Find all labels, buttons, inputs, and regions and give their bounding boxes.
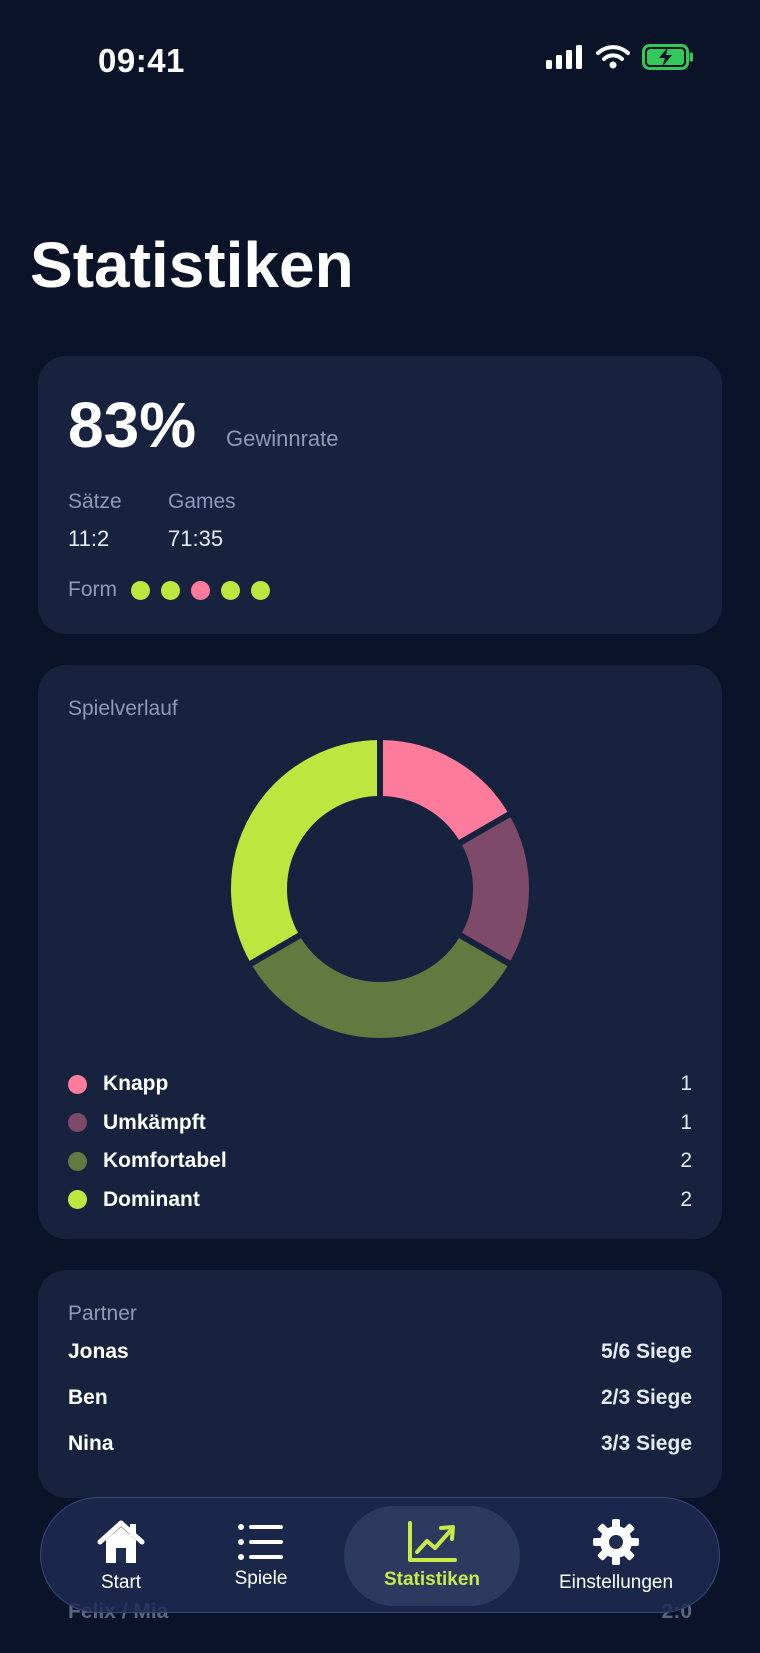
- legend-item: Dominant 2: [68, 1181, 692, 1220]
- wifi-icon: [596, 45, 630, 69]
- legend-swatch: [68, 1190, 87, 1210]
- tab-bar: Start Spiele Statistiken Einstellungen: [40, 1497, 720, 1613]
- status-icons: [546, 44, 694, 70]
- legend-label: Umkämpft: [103, 1110, 206, 1134]
- form-dot-loss: [191, 580, 210, 600]
- battery-charging-icon: [642, 44, 693, 70]
- games-stat: Games 71:35: [168, 490, 236, 552]
- legend-swatch: [68, 1151, 87, 1171]
- sets-value: 11:2: [68, 526, 110, 551]
- legend-swatch: [68, 1074, 87, 1094]
- partner-row[interactable]: Ben 2/3 Siege: [68, 1386, 692, 1432]
- legend-value: 1: [680, 1110, 692, 1134]
- games-label: Games: [168, 490, 236, 513]
- tab-spiele-label: Spiele: [234, 1568, 288, 1589]
- tab-statistiken[interactable]: Statistiken: [344, 1506, 520, 1606]
- win-rate-value: 83%: [68, 389, 197, 461]
- form-dots: [131, 580, 281, 600]
- donut-slice-dominant: [226, 735, 383, 968]
- legend-value: 1: [680, 1072, 692, 1096]
- legend-item: Knapp 1: [68, 1065, 692, 1104]
- partner-record: 2/3 Siege: [600, 1386, 692, 1409]
- chart-legend: Knapp 1 Umkämpft 1 Komfortabel 2 Dominant 2: [68, 1065, 692, 1219]
- form-dot-win: [251, 580, 270, 600]
- donut-chart: [226, 735, 534, 1043]
- form-label: Form: [68, 578, 117, 601]
- sets-label: Sätze: [68, 490, 122, 513]
- form-row: Form: [68, 578, 281, 602]
- gear-icon: [593, 1519, 639, 1565]
- form-dot-win: [161, 580, 180, 600]
- partner-label: Partner: [68, 1302, 137, 1325]
- house-icon: [97, 1520, 145, 1563]
- legend-label: Dominant: [103, 1187, 200, 1211]
- legend-label: Komfortabel: [103, 1149, 227, 1173]
- tab-start-label: Start: [100, 1572, 142, 1593]
- status-time: 09:41: [98, 42, 185, 79]
- win-rate-label: Gewinnrate: [226, 426, 339, 451]
- status-bar: 09:41: [0, 0, 760, 120]
- form-dot-win: [221, 580, 240, 600]
- chart-icon: [408, 1521, 457, 1562]
- game-history-card: Spielverlauf Knapp 1 Umkämpft 1 Komfortabel 2…: [38, 665, 722, 1239]
- games-value: 71:35: [168, 526, 224, 551]
- partner-record: 5/6 Siege: [600, 1340, 692, 1363]
- partner-name: Jonas: [68, 1340, 129, 1363]
- tab-start[interactable]: Start: [61, 1506, 181, 1606]
- list-icon: [238, 1524, 283, 1560]
- tab-statistiken-label: Statistiken: [383, 1569, 481, 1590]
- form-dot-win: [131, 580, 150, 600]
- partner-row[interactable]: Nina 3/3 Siege: [68, 1432, 692, 1478]
- legend-value: 2: [680, 1149, 692, 1173]
- tab-einstellungen-label: Einstellungen: [558, 1572, 674, 1593]
- chart-title: Spielverlauf: [68, 697, 178, 720]
- signal-icon: [546, 45, 582, 69]
- tab-spiele[interactable]: Spiele: [201, 1506, 321, 1606]
- legend-item: Umkämpft 1: [68, 1104, 692, 1143]
- partner-card: Partner Jonas 5/6 Siege Ben 2/3 Siege Nina 3/…: [38, 1270, 722, 1498]
- legend-label: Knapp: [103, 1072, 169, 1096]
- legend-item: Komfortabel 2: [68, 1142, 692, 1181]
- partner-name: Ben: [68, 1386, 108, 1409]
- partner-record: 3/3 Siege: [600, 1432, 692, 1455]
- partner-name: Nina: [68, 1432, 114, 1455]
- legend-swatch: [68, 1113, 87, 1133]
- partner-row[interactable]: Jonas 5/6 Siege: [68, 1340, 692, 1386]
- legend-value: 2: [680, 1187, 692, 1211]
- tab-einstellungen[interactable]: Einstellungen: [531, 1506, 701, 1606]
- donut-slice-komfortabel: [245, 931, 515, 1043]
- summary-card: 83% Gewinnrate Sätze 11:2 Games 71:35 Fo…: [38, 356, 722, 634]
- page-title: Statistiken: [30, 229, 354, 301]
- partner-list: Jonas 5/6 Siege Ben 2/3 Siege Nina 3/3 Siege: [68, 1340, 692, 1478]
- sets-stat: Sätze 11:2: [68, 490, 122, 552]
